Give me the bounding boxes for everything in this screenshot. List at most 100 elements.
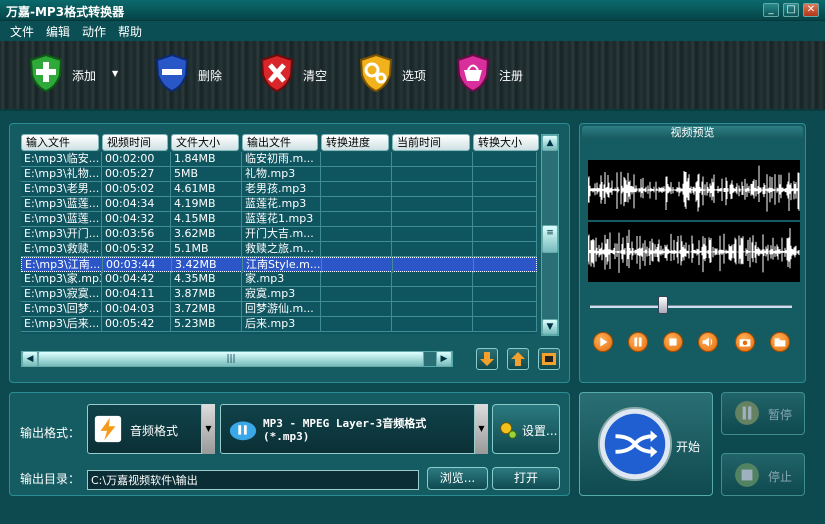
table-row[interactable]: E:\mp3\礼物... 00:05:27 5MB 礼物.mp3 — [21, 167, 537, 182]
table-cell: 1.84MB — [171, 152, 242, 167]
table-row[interactable]: E:\mp3\后来... 00:05:42 5.23MB 后来.mp3 — [21, 317, 537, 332]
table-cell: 4.19MB — [171, 197, 242, 212]
col-progress[interactable]: 转换进度 — [321, 134, 389, 151]
hscroll-thumb[interactable]: ||| — [38, 351, 424, 367]
register-button[interactable]: 注册 — [455, 51, 535, 99]
folder-button[interactable] — [770, 332, 790, 352]
table-row[interactable]: E:\mp3\家.mp3 00:04:42 4.35MB 家.mp3 — [21, 272, 537, 287]
clear-button[interactable]: 清空 — [259, 51, 339, 99]
pause-preview-button[interactable] — [628, 332, 648, 352]
start-button[interactable]: 开始 — [579, 392, 713, 496]
maximize-button[interactable]: □ — [783, 3, 799, 17]
table-cell — [473, 227, 537, 242]
menu-edit[interactable]: 编辑 — [46, 23, 70, 40]
pause-button[interactable]: 暂停 — [721, 392, 805, 435]
table-cell — [392, 227, 473, 242]
table-cell — [392, 272, 473, 287]
table-cell — [392, 317, 473, 332]
menu-file[interactable]: 文件 — [10, 23, 34, 40]
format-select[interactable]: MP3 - MPEG Layer-3音频格式 (*.mp3) ▼ — [220, 404, 488, 454]
settings-label: 设置... — [522, 424, 558, 438]
table-row[interactable]: E:\mp3\蓝莲... 00:04:34 4.19MB 蓝莲花.mp3 — [21, 197, 537, 212]
scroll-up-button[interactable]: ▲ — [542, 135, 558, 151]
table-row[interactable]: E:\mp3\回梦... 00:04:03 3.72MB 回梦游仙.m... — [21, 302, 537, 317]
table-row[interactable]: E:\mp3\江南... 00:03:44 3.42MB 江南Style.m... — [21, 257, 537, 273]
col-output-file[interactable]: 输出文件 — [242, 134, 318, 151]
output-format-label: 输出格式： — [20, 426, 81, 440]
table-row[interactable]: E:\mp3\蓝莲... 00:04:32 4.15MB 蓝莲花1.mp3 — [21, 212, 537, 227]
register-basket-icon — [456, 53, 490, 93]
table-cell: 老男孩.mp3 — [242, 182, 321, 197]
table-cell — [321, 182, 392, 197]
table-cell — [393, 258, 474, 273]
open-button[interactable]: 打开 — [492, 467, 560, 490]
col-video-time[interactable]: 视频时间 — [102, 134, 168, 151]
close-button[interactable]: ✕ — [803, 3, 819, 17]
file-table: E:\mp3\临安... 00:02:00 1.84MB 临安初雨.m... E:\mp… — [21, 152, 537, 334]
options-button[interactable]: 选项 — [358, 51, 438, 99]
table-cell — [321, 272, 392, 287]
table-cell — [473, 197, 537, 212]
table-cell: 5MB — [171, 167, 242, 182]
table-cell: 蓝莲花.mp3 — [242, 197, 321, 212]
table-header: 输入文件 视频时间 文件大小 输出文件 转换进度 当前时间 转换大小 — [21, 134, 551, 151]
move-up-button[interactable] — [507, 348, 529, 370]
settings-button[interactable]: 设置... — [492, 404, 560, 454]
info-button[interactable] — [538, 348, 560, 370]
scroll-down-button[interactable]: ▼ — [542, 319, 558, 335]
pause-icon — [634, 337, 642, 347]
table-row[interactable]: E:\mp3\开门... 00:03:56 3.62MB 开门大吉.m... — [21, 227, 537, 242]
format-dropdown-button[interactable]: ▼ — [474, 404, 488, 454]
format-extension: (*.mp3) — [263, 430, 310, 443]
table-cell — [321, 167, 392, 182]
seek-track[interactable] — [590, 305, 792, 308]
table-cell — [473, 287, 537, 302]
table-row[interactable]: E:\mp3\老男... 00:05:02 4.61MB 老男孩.mp3 — [21, 182, 537, 197]
vertical-scrollbar[interactable]: ▲ ≡ ▼ — [541, 134, 559, 336]
col-converted-size[interactable]: 转换大小 — [473, 134, 539, 151]
register-label: 注册 — [499, 69, 524, 83]
snapshot-button[interactable] — [735, 332, 755, 352]
format-category-select[interactable]: 音频格式 ▼ — [87, 404, 215, 454]
col-current-time[interactable]: 当前时间 — [392, 134, 470, 151]
play-icon — [600, 337, 608, 347]
seek-slider-thumb[interactable] — [657, 296, 668, 314]
menu-help[interactable]: 帮助 — [118, 23, 142, 40]
stop-button[interactable]: 停止 — [721, 453, 805, 496]
table-row[interactable]: E:\mp3\寂寞... 00:04:11 3.87MB 寂寞.mp3 — [21, 287, 537, 302]
menu-action[interactable]: 动作 — [82, 23, 106, 40]
table-cell — [392, 287, 473, 302]
horizontal-scrollbar[interactable]: ◀ ||| ▶ — [21, 351, 453, 367]
table-cell — [392, 152, 473, 167]
scroll-right-button[interactable]: ▶ — [436, 351, 452, 367]
table-cell: 礼物.mp3 — [242, 167, 321, 182]
output-dir-input[interactable] — [87, 470, 419, 490]
table-cell: 00:05:42 — [102, 317, 171, 332]
volume-icon — [702, 337, 713, 347]
col-file-size[interactable]: 文件大小 — [171, 134, 239, 151]
minimize-button[interactable]: _ — [763, 3, 779, 17]
table-cell — [321, 212, 392, 227]
output-panel: 输出格式： 音频格式 ▼ MP3 - MPEG Layer-3音频格式 (*.m… — [9, 392, 570, 496]
scroll-thumb[interactable]: ≡ — [542, 225, 558, 253]
table-row[interactable]: E:\mp3\救赎... 00:05:32 5.1MB 救赎之旅.m... — [21, 242, 537, 257]
delete-button[interactable]: 删除 — [154, 51, 234, 99]
add-dropdown-arrow-icon[interactable]: ▼ — [112, 69, 118, 78]
pause-disabled-icon — [735, 401, 759, 425]
table-cell: 00:04:03 — [102, 302, 171, 317]
volume-button[interactable] — [698, 332, 718, 352]
add-button[interactable]: 添加 ▼ — [28, 51, 128, 99]
category-dropdown-button[interactable]: ▼ — [201, 404, 215, 454]
table-cell — [473, 182, 537, 197]
table-cell: 3.87MB — [171, 287, 242, 302]
waveform-top — [588, 160, 800, 220]
move-down-button[interactable] — [476, 348, 498, 370]
play-button[interactable] — [593, 332, 613, 352]
col-input-file[interactable]: 输入文件 — [21, 134, 99, 151]
stop-label: 停止 — [768, 470, 793, 484]
title-bar: 万嘉-MP3格式转换器 _ □ ✕ — [0, 0, 825, 21]
browse-button[interactable]: 浏览... — [427, 467, 488, 490]
stop-preview-button[interactable] — [663, 332, 683, 352]
scroll-left-button[interactable]: ◀ — [22, 351, 38, 367]
table-row[interactable]: E:\mp3\临安... 00:02:00 1.84MB 临安初雨.m... — [21, 152, 537, 167]
